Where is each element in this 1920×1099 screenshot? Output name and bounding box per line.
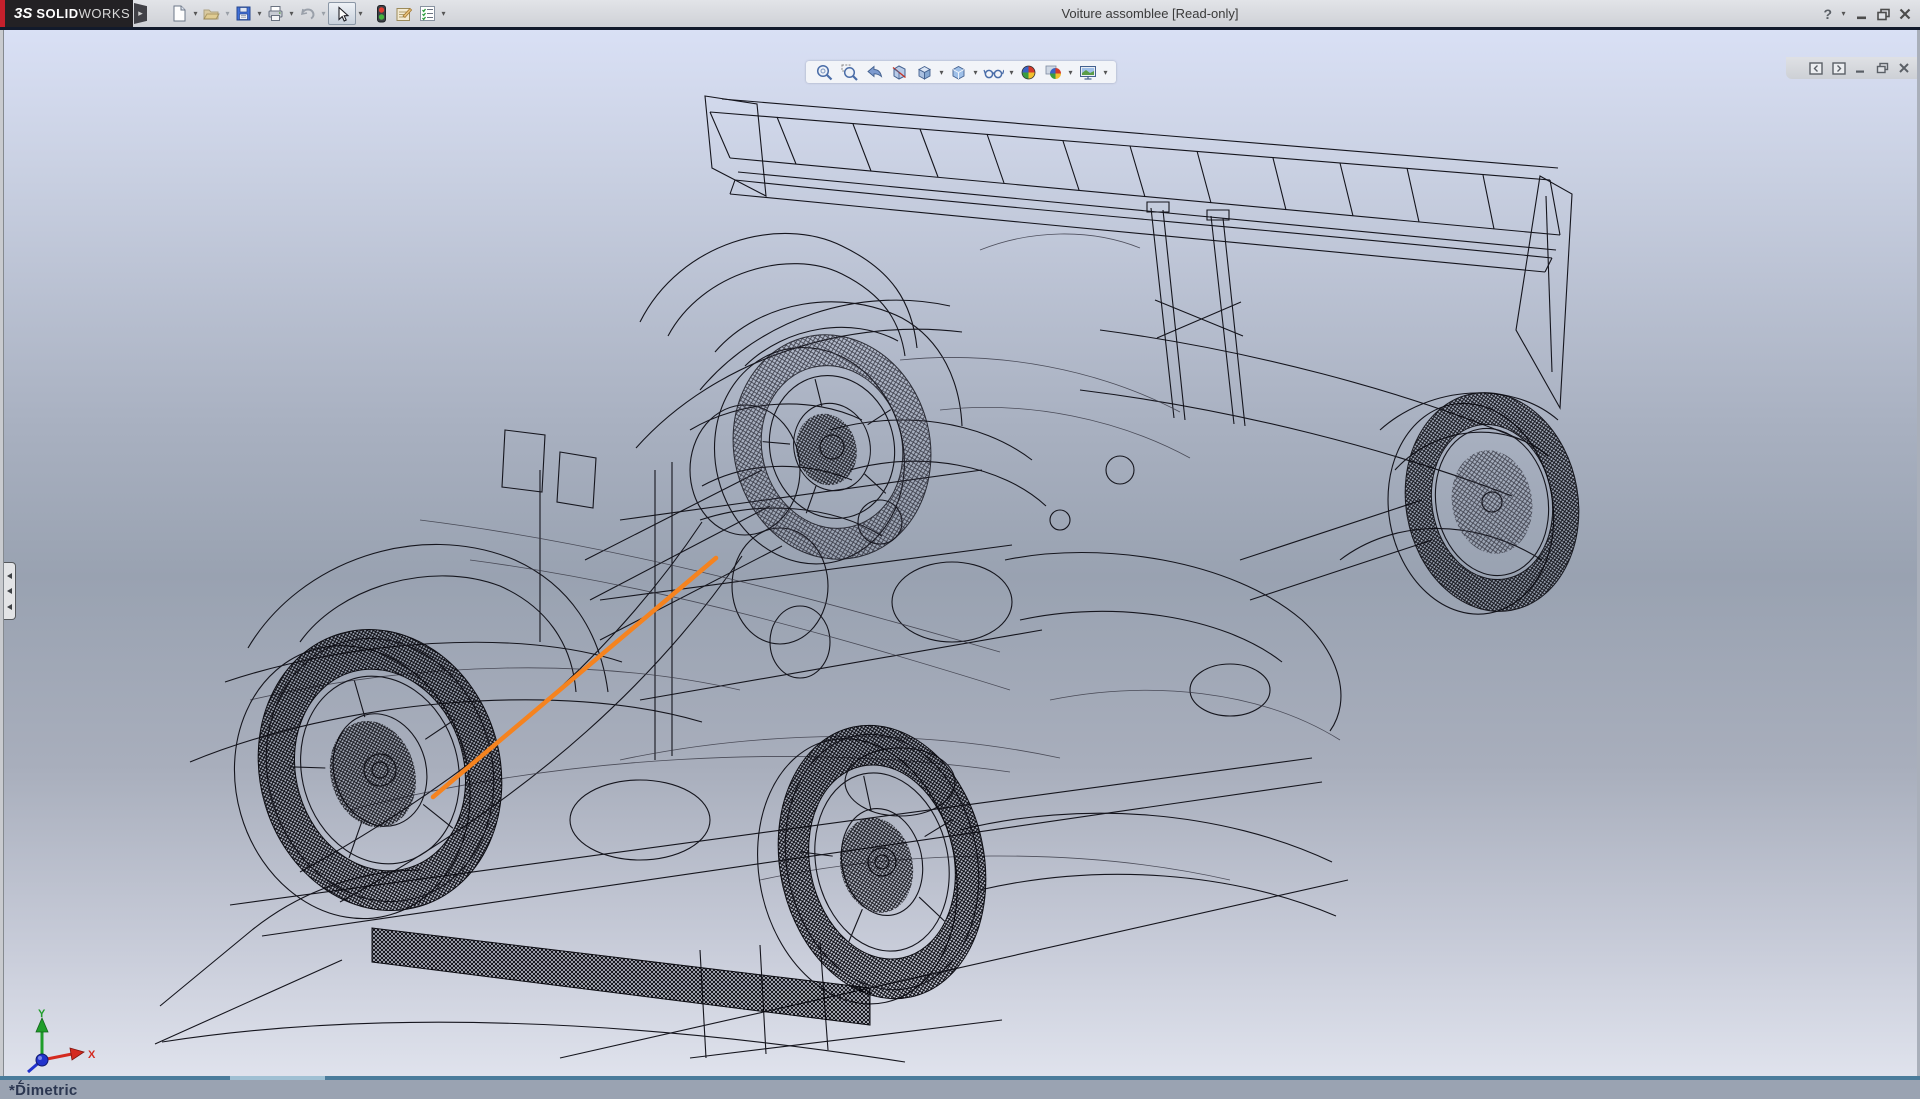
open-button[interactable] bbox=[200, 2, 223, 25]
undo-icon bbox=[298, 4, 317, 23]
restore-document-button[interactable] bbox=[1876, 62, 1889, 74]
close-button[interactable] bbox=[1898, 7, 1912, 21]
rebuild-stoplight-icon bbox=[373, 4, 390, 24]
new-document-button[interactable] bbox=[168, 2, 191, 25]
hide-show-glasses-icon bbox=[983, 63, 1004, 82]
design-binder-button[interactable] bbox=[392, 2, 416, 25]
window-controls: ? ▾ bbox=[1823, 3, 1912, 24]
collapse-arrow-icon bbox=[7, 604, 12, 610]
view-settings-caret[interactable]: ▾ bbox=[1101, 68, 1110, 77]
select-cursor-icon bbox=[333, 5, 351, 23]
options-checklist-button[interactable] bbox=[416, 2, 439, 25]
print-button[interactable] bbox=[264, 2, 287, 25]
view-settings-icon bbox=[1078, 63, 1098, 82]
brand-solid: SOLID bbox=[36, 6, 78, 21]
new-dropdown-caret[interactable]: ▾ bbox=[191, 9, 200, 18]
pane-toggle-right-button[interactable] bbox=[1832, 62, 1846, 75]
feature-tree-collapsed-tab[interactable] bbox=[4, 562, 16, 620]
previous-view-button[interactable] bbox=[862, 61, 887, 83]
pane-toggle-left-button[interactable] bbox=[1809, 62, 1823, 75]
view-settings-button[interactable] bbox=[1075, 61, 1101, 83]
minimize-document-button[interactable] bbox=[1855, 62, 1867, 74]
main-toolbar: ▾ ▾ ▾ ▾ bbox=[168, 2, 448, 25]
minimize-button[interactable] bbox=[1855, 7, 1869, 21]
restore-button[interactable] bbox=[1876, 7, 1891, 21]
print-icon bbox=[266, 4, 285, 23]
view-orientation-label: *Dimetric bbox=[9, 1082, 78, 1099]
hide-show-items-button[interactable] bbox=[980, 61, 1007, 83]
zoom-to-fit-icon bbox=[815, 63, 834, 82]
collapse-arrow-icon bbox=[7, 573, 12, 579]
bottom-border-highlight bbox=[230, 1076, 325, 1080]
document-window-controls bbox=[1786, 57, 1920, 79]
zoom-to-fit-button[interactable] bbox=[812, 61, 837, 83]
help-dropdown-caret[interactable]: ▾ bbox=[1839, 9, 1848, 18]
section-view-icon bbox=[890, 63, 909, 82]
previous-view-icon bbox=[865, 63, 884, 82]
brand-works: WORKS bbox=[79, 6, 131, 21]
display-style-caret[interactable]: ▾ bbox=[971, 68, 980, 77]
menu-flyout-tab[interactable]: ▸ bbox=[134, 3, 147, 24]
options-dropdown-caret[interactable]: ▾ bbox=[439, 9, 448, 18]
edit-appearance-icon bbox=[1019, 63, 1038, 82]
logo-text: 3S SOLIDWORKS bbox=[14, 5, 130, 22]
zoom-to-area-icon bbox=[840, 63, 859, 82]
help-button[interactable]: ? bbox=[1823, 6, 1832, 22]
collapse-arrow-icon bbox=[7, 588, 12, 594]
save-button[interactable] bbox=[232, 2, 255, 25]
display-style-button[interactable] bbox=[946, 61, 971, 83]
view-orientation-icon bbox=[915, 63, 934, 82]
3ds-glyph: 3S bbox=[14, 5, 32, 22]
save-floppy-icon bbox=[234, 4, 253, 23]
section-view-button[interactable] bbox=[887, 61, 912, 83]
solidworks-logo: 3S SOLIDWORKS bbox=[0, 0, 133, 27]
apply-scene-icon bbox=[1044, 63, 1063, 82]
options-checklist-icon bbox=[418, 4, 437, 23]
triad-x-label: X bbox=[88, 1049, 96, 1061]
select-dropdown-caret[interactable]: ▾ bbox=[356, 9, 365, 18]
undo-button[interactable] bbox=[296, 2, 319, 25]
close-document-button[interactable] bbox=[1898, 62, 1910, 74]
save-dropdown-caret[interactable]: ▾ bbox=[255, 9, 264, 18]
open-dropdown-caret[interactable]: ▾ bbox=[223, 9, 232, 18]
document-title: Voiture assomblee [Read-only] bbox=[1061, 6, 1238, 21]
triad-y-label: Y bbox=[38, 1008, 46, 1020]
model-wireframe bbox=[0, 30, 1920, 1080]
display-style-icon bbox=[949, 63, 968, 82]
note-pad-icon bbox=[394, 4, 414, 23]
hide-show-caret[interactable]: ▾ bbox=[1007, 68, 1016, 77]
zoom-to-area-button[interactable] bbox=[837, 61, 862, 83]
title-bar: 3S SOLIDWORKS ▸ ▾ ▾ ▾ bbox=[0, 0, 1920, 27]
view-orientation-caret[interactable]: ▾ bbox=[937, 68, 946, 77]
rebuild-button[interactable] bbox=[371, 2, 392, 25]
undo-dropdown-caret[interactable]: ▾ bbox=[319, 9, 328, 18]
left-window-border bbox=[0, 30, 4, 1080]
apply-scene-caret[interactable]: ▾ bbox=[1066, 68, 1075, 77]
logo-red-stripe bbox=[0, 0, 5, 27]
view-orientation-button[interactable] bbox=[912, 61, 937, 83]
apply-scene-button[interactable] bbox=[1041, 61, 1066, 83]
headsup-view-toolbar: ▾ ▾ ▾ bbox=[806, 61, 1116, 83]
new-document-icon bbox=[170, 4, 189, 23]
print-dropdown-caret[interactable]: ▾ bbox=[287, 9, 296, 18]
graphics-viewport[interactable]: ▾ ▾ ▾ bbox=[0, 30, 1920, 1080]
edit-appearance-button[interactable] bbox=[1016, 61, 1041, 83]
open-folder-icon bbox=[202, 4, 221, 23]
select-tool-button[interactable] bbox=[328, 2, 356, 25]
